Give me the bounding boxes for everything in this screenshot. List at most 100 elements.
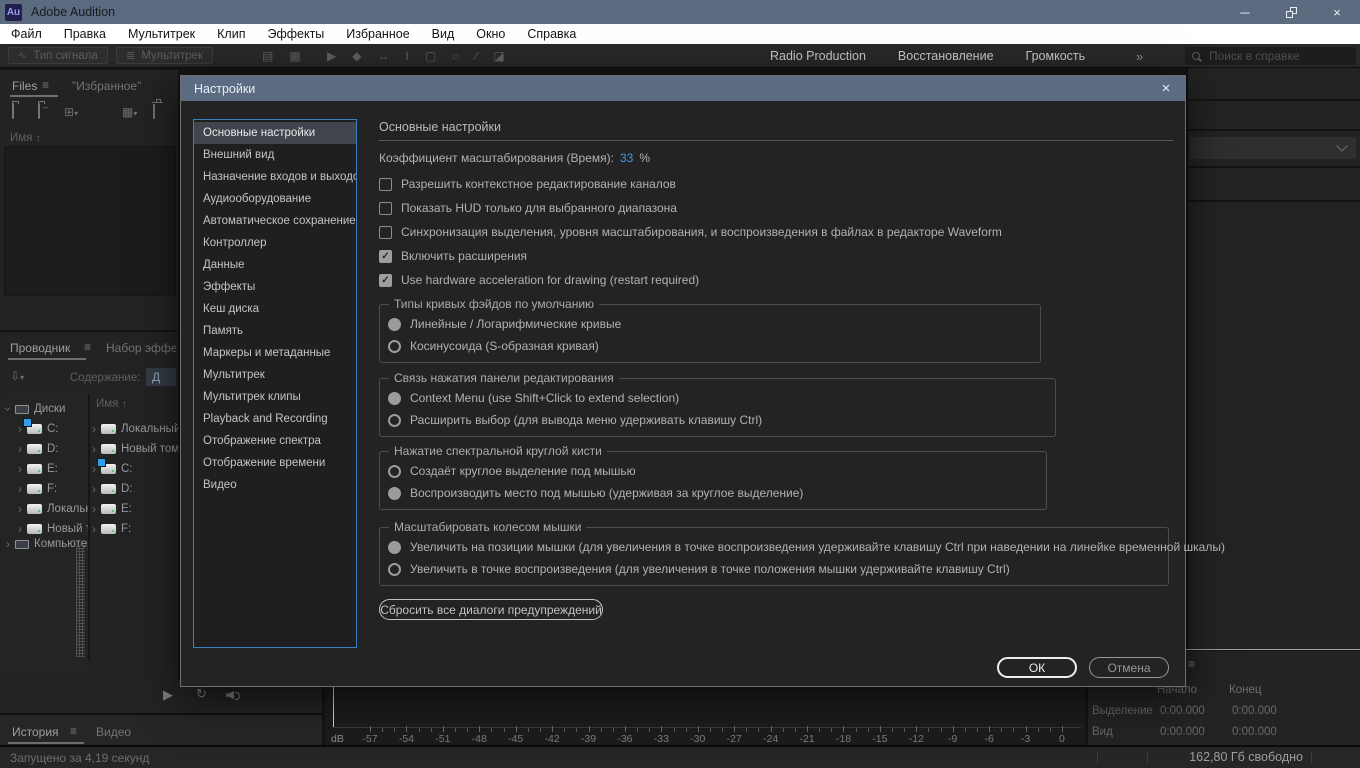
radio-option[interactable]: Context Menu (use Shift+Click to extend … [388, 387, 1055, 409]
multitrack-button[interactable]: ≣ Мультитрек [116, 47, 213, 64]
radio-button[interactable] [388, 487, 401, 500]
zoom-factor-value[interactable]: 33 [620, 151, 633, 165]
menu-item[interactable]: Избранное [335, 27, 420, 41]
panel-menu-icon[interactable]: ≡ [1188, 657, 1195, 671]
close-button[interactable]: × [1314, 0, 1360, 24]
tree-item[interactable]: ›Диски [6, 400, 88, 418]
menu-item[interactable]: Мультитрек [117, 27, 206, 41]
workspace-tab[interactable]: Громкость [1026, 49, 1086, 63]
tab-files[interactable]: Files [12, 79, 37, 93]
workspace-tab[interactable]: Radio Production [770, 49, 866, 63]
tree-item[interactable]: ›D: [18, 440, 88, 458]
signal-type-button[interactable]: ∿ Тип сигнала [8, 47, 108, 64]
chevron-right-icon[interactable]: › [92, 423, 96, 435]
tree-item[interactable]: ›Локальный диск [92, 420, 178, 438]
radio-option[interactable]: Увеличить в точке воспроизведения (для у… [388, 558, 1168, 580]
tree-item[interactable]: ›E: [92, 500, 178, 518]
tree-item[interactable]: ›D: [92, 480, 178, 498]
checkbox[interactable] [379, 226, 392, 239]
tab-effects-rack[interactable]: Набор эффектов [106, 341, 176, 355]
reset-warning-dialogs-button[interactable]: Сбросить все диалоги предупреждений [379, 599, 603, 620]
workspace-overflow-button[interactable]: » [1136, 44, 1142, 68]
open-file-icon[interactable] [12, 104, 14, 118]
radio-button[interactable] [388, 392, 401, 405]
chevron-right-icon[interactable]: › [6, 538, 10, 550]
tree-item[interactable]: ›C: [92, 460, 178, 478]
radio-button[interactable] [388, 563, 401, 576]
lasso-selection-tool-icon[interactable]: ○ [452, 49, 459, 63]
tab-history[interactable]: История [12, 725, 59, 739]
menu-item[interactable]: Окно [465, 27, 516, 41]
tree-item[interactable]: ›C: [18, 420, 88, 438]
checkbox[interactable]: ✓ [379, 274, 392, 287]
spectral-display-icon[interactable]: ▦ [289, 49, 300, 63]
radio-option[interactable]: Воспроизводить место под мышью (удержива… [388, 482, 1046, 504]
play-icon[interactable]: ▶ [163, 687, 173, 703]
import-icon[interactable]: ⇩▾ [10, 370, 24, 382]
tree-item[interactable]: ›Локальный диск [18, 500, 88, 518]
radio-button[interactable] [388, 318, 401, 331]
radio-option[interactable]: Линейные / Логарифмические кривые [388, 313, 1040, 335]
import-files-icon[interactable] [38, 104, 40, 118]
panel-menu-icon[interactable]: ≡ [70, 724, 77, 738]
chevron-right-icon[interactable]: › [92, 463, 96, 475]
menu-item[interactable]: Вид [421, 27, 466, 41]
tree-item[interactable]: ›F: [92, 520, 178, 538]
new-item-icon[interactable]: ⊞▾ [64, 106, 78, 118]
insert-into-multitrack-icon[interactable]: ▦▾ [122, 106, 137, 118]
chevron-right-icon[interactable]: › [92, 483, 96, 495]
razor-tool-icon[interactable]: ◆ [352, 49, 361, 63]
checkbox[interactable]: ✓ [379, 250, 392, 263]
checkbox[interactable] [379, 202, 392, 215]
tree-item[interactable]: ›Новый том [92, 440, 178, 458]
start-time-value[interactable]: 0:00.000 [1160, 705, 1205, 717]
chevron-right-icon[interactable]: › [18, 483, 22, 495]
radio-option[interactable]: Создаёт круглое выделение под мышью [388, 460, 1046, 482]
radio-button[interactable] [388, 340, 401, 353]
paintbrush-tool-icon[interactable]: ∕ [475, 49, 477, 63]
cancel-button[interactable]: Отмена [1089, 657, 1169, 678]
help-search-box[interactable] [1185, 47, 1356, 65]
chevron-right-icon[interactable]: › [18, 443, 22, 455]
menu-item[interactable]: Эффекты [256, 27, 335, 41]
chevron-right-icon[interactable]: › [18, 463, 22, 475]
tree-item[interactable]: ›E: [18, 460, 88, 478]
chevron-right-icon[interactable]: › [18, 503, 22, 515]
menu-item[interactable]: Правка [53, 27, 117, 41]
panel-menu-icon[interactable]: ≡ [42, 78, 49, 92]
waveform-editor-icon[interactable]: ▤ [262, 49, 273, 63]
chevron-right-icon[interactable]: › [92, 523, 96, 535]
panel-menu-icon[interactable]: ≡ [84, 340, 91, 354]
radio-button[interactable] [388, 541, 401, 554]
spot-healing-brush-tool-icon[interactable]: ◪ [493, 49, 504, 63]
menu-item[interactable]: Справка [516, 27, 587, 41]
tab-explorer[interactable]: Проводник [10, 341, 70, 355]
files-list-empty[interactable] [4, 146, 176, 296]
chevron-right-icon[interactable]: › [18, 423, 22, 435]
radio-button[interactable] [388, 414, 401, 427]
menu-item[interactable]: Клип [206, 27, 256, 41]
move-tool-icon[interactable]: ▶ [327, 49, 336, 63]
tab-video[interactable]: Видео [96, 725, 131, 739]
playhead-marker[interactable] [333, 685, 334, 727]
tree-item[interactable]: ›F: [18, 480, 88, 498]
radio-option[interactable]: Косинусоида (S-образная кривая) [388, 335, 1040, 357]
workspace-tab[interactable]: Восстановление [898, 49, 994, 63]
chevron-down-icon[interactable]: › [2, 407, 14, 411]
end-time-value[interactable]: 0:00.000 [1232, 726, 1277, 738]
radio-option[interactable]: Расширить выбор (для вывода меню удержив… [388, 409, 1055, 431]
name-column-header[interactable]: Имя ↑ [10, 132, 41, 144]
end-time-value[interactable]: 0:00.000 [1232, 705, 1277, 717]
chevron-right-icon[interactable]: › [92, 503, 96, 515]
restore-button[interactable] [1268, 0, 1314, 24]
checkbox[interactable] [379, 178, 392, 191]
loop-icon[interactable]: ↻ [196, 686, 207, 702]
marquee-selection-tool-icon[interactable]: ▢ [425, 49, 436, 63]
radio-option[interactable]: Увеличить на позиции мышки (для увеличен… [388, 536, 1168, 558]
tab-favorites[interactable]: "Избранное" [72, 79, 141, 93]
delete-icon[interactable] [153, 104, 155, 118]
contents-dropdown[interactable]: Д [146, 368, 176, 386]
start-time-value[interactable]: 0:00.000 [1160, 726, 1205, 738]
right-panel-dropdown[interactable] [1190, 137, 1356, 159]
slip-tool-icon[interactable]: ↔ [377, 49, 389, 63]
